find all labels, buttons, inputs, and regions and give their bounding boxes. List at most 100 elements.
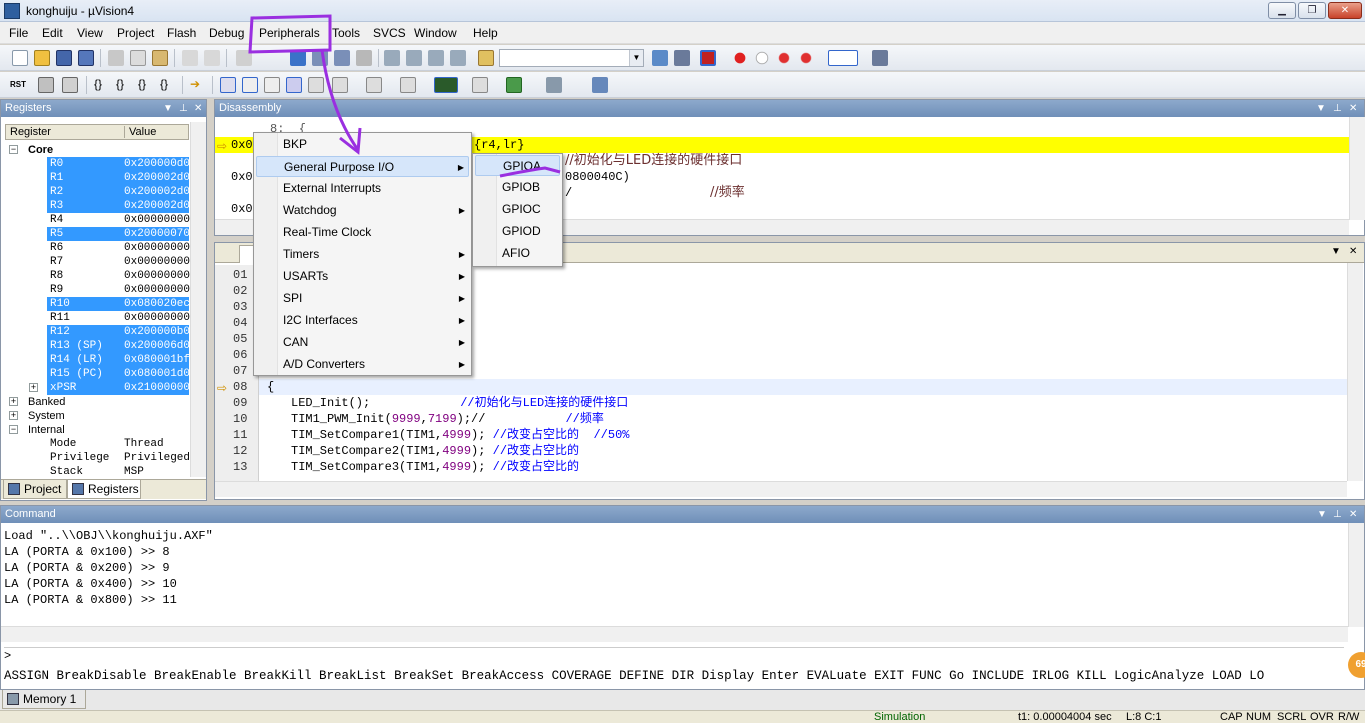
- serial-window-icon[interactable]: [400, 77, 416, 93]
- undo-icon[interactable]: [182, 50, 198, 66]
- register-value[interactable]: 0x21000000: [124, 381, 190, 395]
- peripherals-menu-item[interactable]: BKP: [256, 134, 469, 155]
- logic-analyzer-icon[interactable]: [434, 77, 458, 93]
- clear-bookmarks-icon[interactable]: [356, 50, 372, 66]
- disassembly-vertical-scrollbar[interactable]: [1349, 117, 1365, 220]
- register-value[interactable]: 0x200002d0: [124, 185, 190, 199]
- memory-window-icon[interactable]: [366, 77, 382, 93]
- register-value[interactable]: 0x00000000: [124, 283, 190, 297]
- peripherals-menu-item[interactable]: Timers ▶: [256, 244, 469, 265]
- kill-all-breakpoints-icon[interactable]: [798, 50, 814, 66]
- notification-badge[interactable]: 69: [1348, 652, 1365, 678]
- register-row[interactable]: R3 0x200002d0: [1, 199, 191, 213]
- register-value[interactable]: 0x20000070: [124, 227, 190, 241]
- register-row[interactable]: R7 0x00000000: [1, 255, 191, 269]
- tree-toggle-icon[interactable]: +: [9, 411, 18, 420]
- menu-project[interactable]: Project: [117, 26, 154, 40]
- peripherals-menu-item[interactable]: SPI ▶: [256, 288, 469, 309]
- disassembly-window-icon[interactable]: [242, 77, 258, 93]
- register-value[interactable]: 0x00000000: [124, 241, 190, 255]
- menu-edit[interactable]: Edit: [42, 26, 63, 40]
- find-combo[interactable]: ▼: [499, 49, 644, 67]
- register-value[interactable]: 0x00000000: [124, 213, 190, 227]
- peripherals-menu-item[interactable]: USARTs ▶: [256, 266, 469, 287]
- column-register[interactable]: Register: [10, 126, 51, 138]
- gpio-submenu-item[interactable]: GPIOB: [475, 177, 560, 198]
- register-row[interactable]: R12 0x200000b0: [1, 325, 191, 339]
- panel-dropdown-icon[interactable]: ▼: [163, 100, 173, 117]
- source-current-line[interactable]: [259, 379, 1347, 395]
- peripherals-menu-item[interactable]: I2C Interfaces ▶: [256, 310, 469, 331]
- insert-breakpoint-icon[interactable]: [732, 50, 748, 66]
- menu-debug[interactable]: Debug: [209, 26, 244, 40]
- peripherals-menu-item[interactable]: Real-Time Clock: [256, 222, 469, 243]
- command-prompt[interactable]: >: [4, 647, 1344, 663]
- window-select-icon[interactable]: [828, 50, 858, 66]
- menu-svcs[interactable]: SVCS: [373, 26, 406, 40]
- uncomment-icon[interactable]: [450, 50, 466, 66]
- next-bookmark-icon[interactable]: [334, 50, 350, 66]
- register-group[interactable]: + Banked: [1, 395, 191, 409]
- panel-pin-icon[interactable]: ⊥: [1333, 506, 1342, 523]
- registers-window-icon[interactable]: [286, 77, 302, 93]
- toolbox-icon[interactable]: [546, 77, 562, 93]
- indent-icon[interactable]: [384, 50, 400, 66]
- step-out-icon[interactable]: {}: [138, 77, 154, 93]
- register-row[interactable]: R11 0x00000000: [1, 311, 191, 325]
- register-value[interactable]: 0x200000d0: [124, 157, 190, 171]
- register-row[interactable]: R9 0x00000000: [1, 283, 191, 297]
- register-row[interactable]: R4 0x00000000: [1, 213, 191, 227]
- reset-icon[interactable]: RST: [10, 77, 30, 93]
- command-window-icon[interactable]: [220, 77, 236, 93]
- editor-close-icon[interactable]: ✕: [1349, 246, 1357, 257]
- cut-icon[interactable]: [108, 50, 124, 66]
- panel-close-icon[interactable]: ✕: [1349, 506, 1357, 523]
- copy-icon[interactable]: [130, 50, 146, 66]
- register-value[interactable]: 0x080001bf: [124, 353, 190, 367]
- register-row[interactable]: R15 (PC) 0x080001d0: [1, 367, 191, 381]
- peripherals-menu-item[interactable]: Watchdog ▶: [256, 200, 469, 221]
- menu-window[interactable]: Window: [414, 26, 457, 40]
- register-row[interactable]: R13 (SP) 0x200006d0: [1, 339, 191, 353]
- register-row[interactable]: R5 0x20000070: [1, 227, 191, 241]
- register-value[interactable]: 0x200000b0: [124, 325, 190, 339]
- system-viewer-icon[interactable]: [506, 77, 522, 93]
- register-row[interactable]: R8 0x00000000: [1, 269, 191, 283]
- symbols-window-icon[interactable]: [264, 77, 280, 93]
- redo-icon[interactable]: [204, 50, 220, 66]
- minimize-button[interactable]: ▁: [1268, 2, 1296, 19]
- new-file-icon[interactable]: [12, 50, 28, 66]
- command-horizontal-scrollbar[interactable]: [1, 626, 1348, 642]
- collapse-core-icon[interactable]: −: [9, 145, 18, 154]
- debug-windows-icon[interactable]: [592, 77, 608, 93]
- register-value[interactable]: 0x080001d0: [124, 367, 190, 381]
- editor-dropdown-icon[interactable]: ▼: [1331, 246, 1341, 257]
- call-stack-window-icon[interactable]: [308, 77, 324, 93]
- watch-window-icon[interactable]: [332, 77, 348, 93]
- tree-toggle-icon[interactable]: −: [9, 425, 18, 434]
- column-value[interactable]: Value: [124, 126, 156, 138]
- menu-tools[interactable]: Tools: [332, 26, 360, 40]
- tab-memory-1[interactable]: Memory 1: [2, 690, 86, 709]
- save-icon[interactable]: [56, 50, 72, 66]
- run-to-cursor-icon[interactable]: {}: [160, 77, 176, 93]
- gpio-submenu-item[interactable]: AFIO: [475, 243, 560, 264]
- peripherals-menu-item[interactable]: General Purpose I/O ▶: [256, 156, 469, 177]
- step-over-icon[interactable]: {}: [116, 77, 132, 93]
- nav-back-icon[interactable]: [236, 50, 252, 66]
- peripherals-menu-item[interactable]: A/D Converters ▶: [256, 354, 469, 375]
- menu-peripherals[interactable]: Peripherals: [259, 26, 320, 40]
- panel-close-icon[interactable]: ✕: [1349, 100, 1357, 117]
- register-row[interactable]: R1 0x200002d0: [1, 171, 191, 185]
- find-icon[interactable]: [652, 50, 668, 66]
- save-all-icon[interactable]: [78, 50, 94, 66]
- internal-row[interactable]: Stack MSP: [1, 465, 191, 479]
- panel-close-icon[interactable]: ✕: [194, 100, 202, 117]
- tab-registers[interactable]: Registers: [67, 480, 141, 499]
- prev-bookmark-icon[interactable]: [312, 50, 328, 66]
- register-row[interactable]: + xPSR 0x21000000: [1, 381, 191, 395]
- register-group-core[interactable]: Core: [28, 143, 53, 157]
- step-icon[interactable]: {}: [94, 77, 110, 93]
- register-value[interactable]: 0x080020ec: [124, 297, 190, 311]
- command-vertical-scrollbar[interactable]: [1348, 523, 1364, 627]
